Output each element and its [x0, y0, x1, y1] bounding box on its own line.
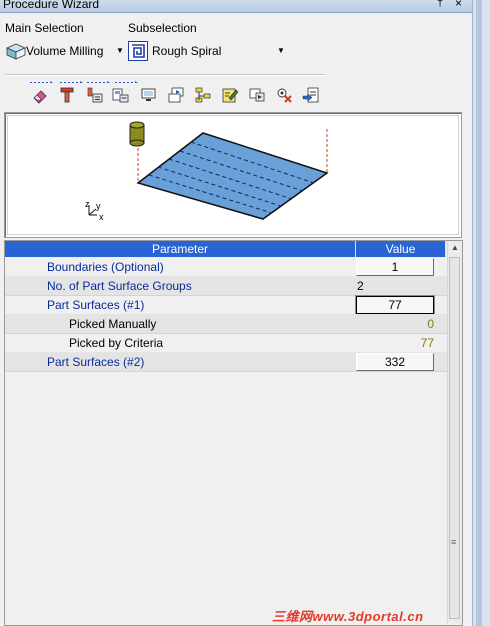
eraser-icon[interactable]: [31, 86, 49, 104]
rough-spiral-icon: [128, 41, 148, 61]
machine-icon[interactable]: [111, 86, 129, 104]
transfer-icon[interactable]: [167, 86, 185, 104]
row-name: Picked Manually: [69, 317, 157, 331]
value-column-header[interactable]: Value: [356, 241, 446, 257]
subselection-label: Subselection: [128, 21, 197, 35]
scroll-grip-icon: ≡: [451, 537, 457, 547]
tool-icon[interactable]: [58, 86, 76, 104]
close-icon[interactable]: ×: [455, 0, 462, 10]
parameter-grid: Parameter Value Boundaries (Optional) 1 …: [4, 240, 463, 626]
table-row[interactable]: Boundaries (Optional) 1: [5, 257, 449, 277]
scroll-thumb[interactable]: [449, 257, 460, 619]
axis-y-label: y: [96, 201, 101, 211]
pin-icon[interactable]: †: [437, 0, 443, 9]
title-bar: Procedure Wizard † ×: [0, 0, 472, 13]
tool-parameters-icon[interactable]: [85, 86, 103, 104]
export-icon[interactable]: [302, 86, 320, 104]
table-row[interactable]: Part Surfaces (#2) 332: [5, 352, 449, 372]
table-row[interactable]: Picked Manually 0: [5, 314, 449, 334]
separator: [5, 74, 325, 76]
table-row[interactable]: Picked by Criteria 77: [5, 333, 449, 353]
simulate-icon[interactable]: [248, 86, 266, 104]
row-name: Boundaries (Optional): [47, 260, 164, 274]
watermark: 三维网www.3dportal.cn: [272, 609, 424, 624]
table-row[interactable]: No. of Part Surface Groups 2: [5, 276, 449, 296]
scroll-up-icon[interactable]: ▲: [451, 243, 459, 252]
row-name: Picked by Criteria: [69, 336, 164, 350]
settings-icon[interactable]: [275, 86, 293, 104]
table-row[interactable]: Part Surfaces (#1) 77: [5, 295, 449, 315]
row-value-readonly: 77: [420, 336, 434, 350]
dock-strip: [472, 0, 490, 626]
row-name: Part Surfaces (#2): [47, 355, 145, 369]
preview-graphic: [88, 121, 329, 220]
row-value-field[interactable]: 2: [357, 277, 364, 295]
tool-cylinder-icon: [129, 121, 145, 147]
row-value-button[interactable]: 1: [356, 258, 434, 276]
volume-milling-icon: [5, 41, 27, 61]
tree-icon[interactable]: [194, 86, 212, 104]
row-name: Part Surfaces (#1): [47, 298, 145, 312]
axis-x-label: x: [99, 212, 104, 222]
edit-icon[interactable]: [221, 86, 239, 104]
monitor-icon[interactable]: [140, 86, 158, 104]
parameter-column-header[interactable]: Parameter: [5, 241, 356, 257]
main-selection-dropdown[interactable]: Volume Milling ▼: [5, 40, 124, 62]
chevron-down-icon: ▼: [116, 46, 124, 55]
workflow-arrows: [30, 81, 138, 83]
operation-preview: z y x: [4, 112, 462, 238]
subselection-dropdown[interactable]: Rough Spiral ▼: [128, 40, 288, 62]
row-value-button[interactable]: 332: [356, 353, 434, 371]
row-name: No. of Part Surface Groups: [47, 279, 192, 293]
row-value-button[interactable]: 77: [355, 295, 435, 315]
row-value-readonly: 0: [427, 317, 434, 331]
vertical-scrollbar[interactable]: ▲ ≡: [447, 241, 462, 623]
axis-z-label: z: [85, 199, 90, 209]
main-selection-label: Main Selection: [5, 21, 84, 35]
chevron-down-icon: ▼: [277, 46, 285, 55]
main-selection-value: Volume Milling: [26, 44, 104, 58]
subselection-value: Rough Spiral: [152, 44, 222, 58]
window-title: Procedure Wizard: [3, 0, 100, 11]
